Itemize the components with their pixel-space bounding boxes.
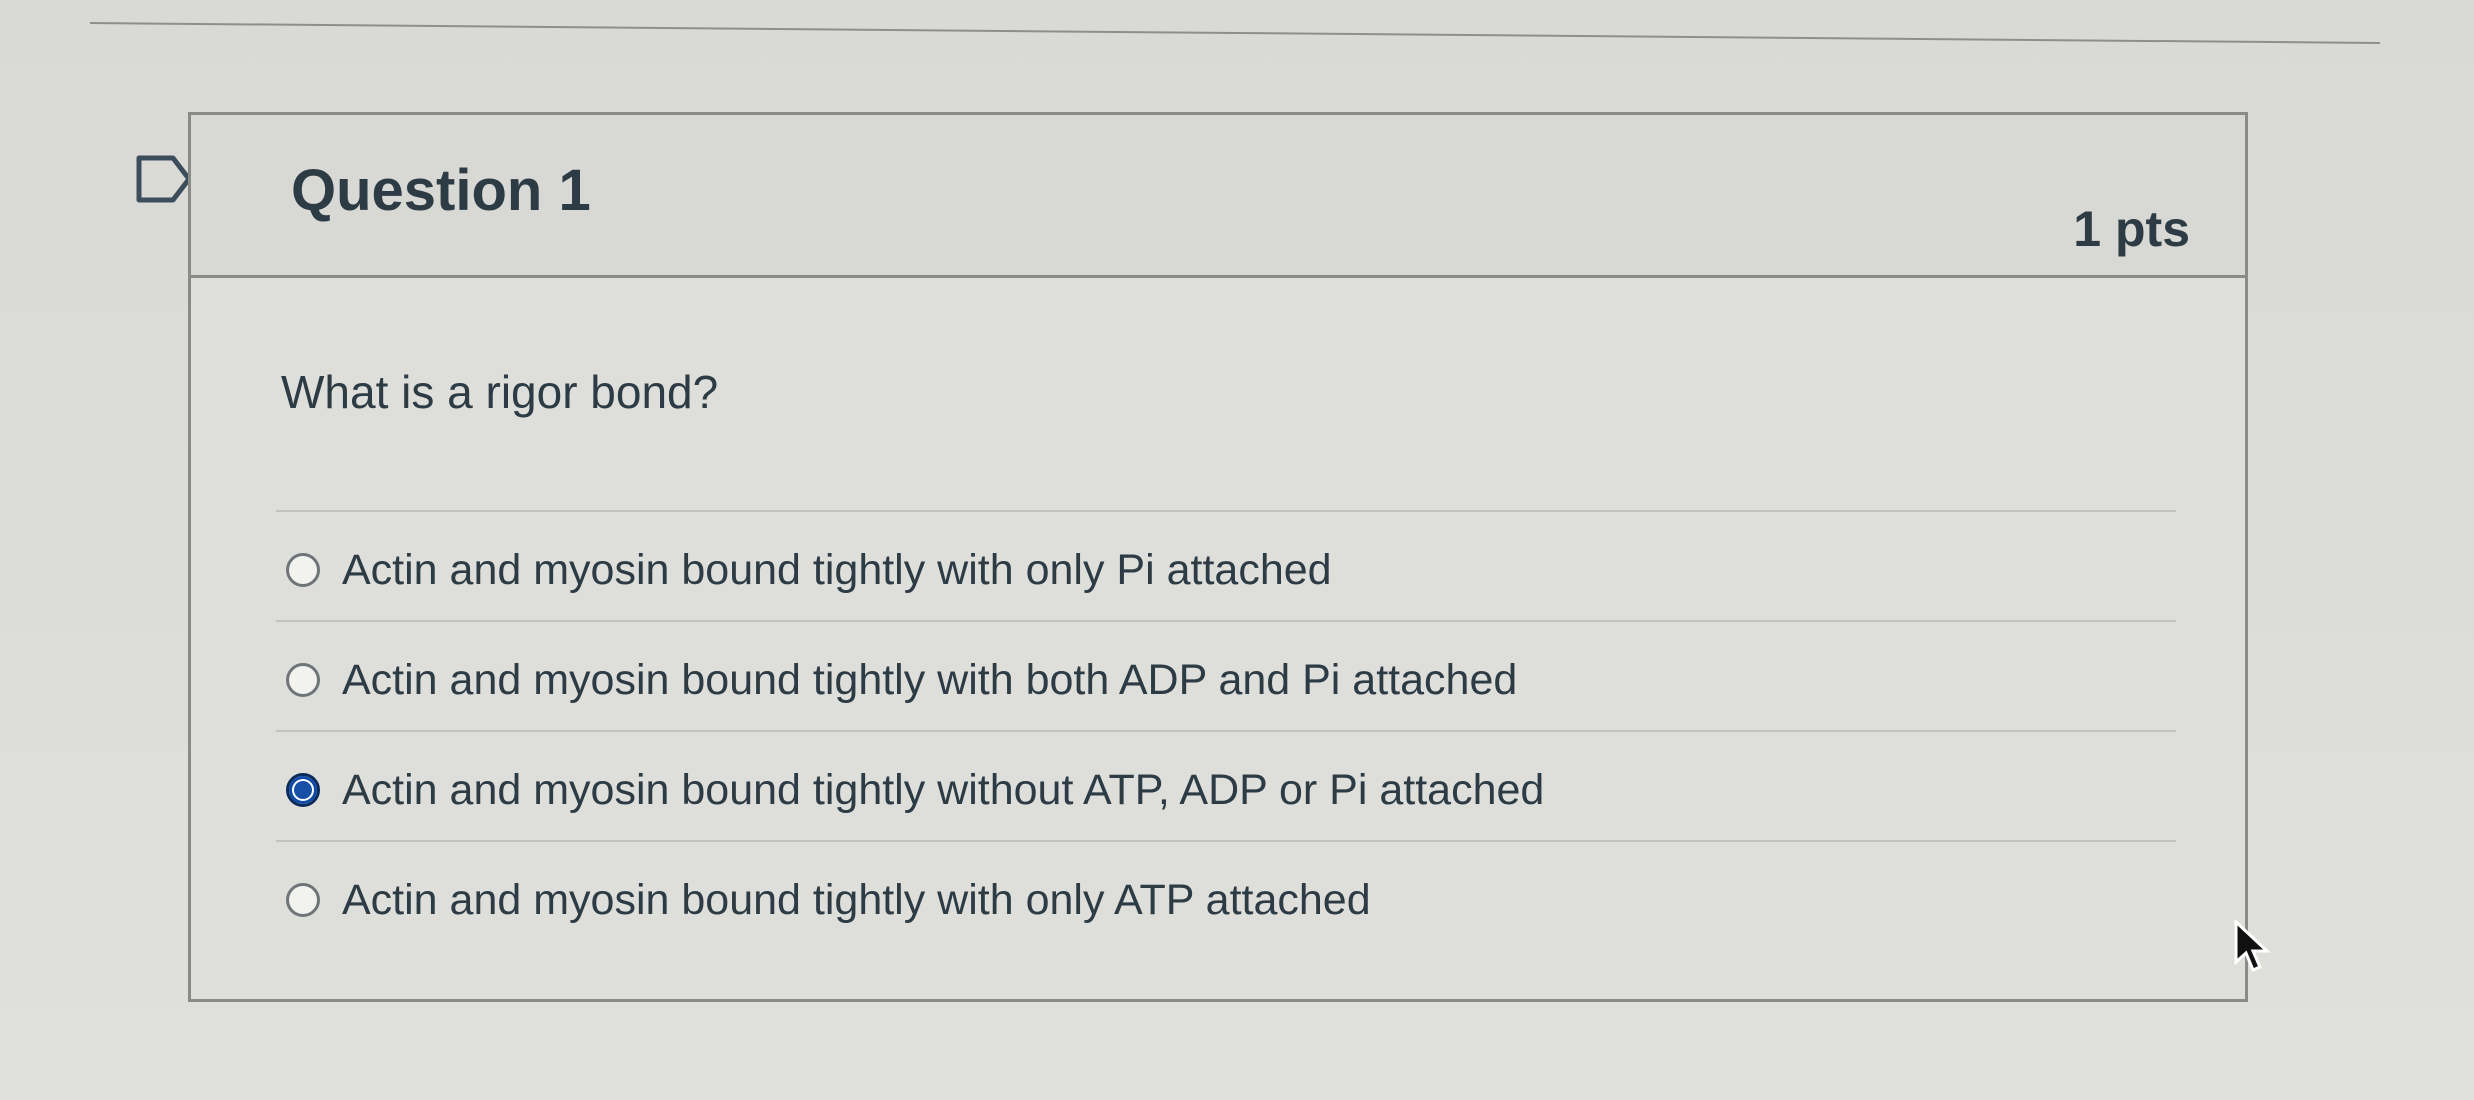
- question-card: Question 1 1 pts What is a rigor bond? A…: [188, 112, 2248, 1002]
- cursor-icon: [2234, 920, 2271, 972]
- answer-separator: [276, 620, 2176, 622]
- answer-option-4[interactable]: Actin and myosin bound tightly with only…: [286, 865, 2186, 935]
- answer-option-1[interactable]: Actin and myosin bound tightly with only…: [286, 535, 2186, 605]
- radio-button-icon[interactable]: [286, 773, 320, 807]
- answer-separator: [276, 840, 2176, 842]
- answer-option-3[interactable]: Actin and myosin bound tightly without A…: [286, 755, 2186, 825]
- answer-separator: [276, 730, 2176, 732]
- question-points: 1 pts: [2073, 201, 2190, 257]
- top-divider: [89, 22, 2380, 44]
- radio-button-icon[interactable]: [286, 883, 320, 917]
- answer-label: Actin and myosin bound tightly with only…: [342, 875, 1371, 924]
- flag-icon[interactable]: [133, 150, 195, 208]
- answer-label: Actin and myosin bound tightly without A…: [342, 765, 1545, 814]
- radio-button-icon[interactable]: [286, 553, 320, 587]
- question-text: What is a rigor bond?: [281, 366, 719, 418]
- answer-label: Actin and myosin bound tightly with only…: [342, 545, 1332, 594]
- question-header: Question 1 1 pts: [191, 115, 2245, 278]
- question-title: Question 1: [291, 158, 591, 223]
- radio-button-icon[interactable]: [286, 663, 320, 697]
- answer-label: Actin and myosin bound tightly with both…: [342, 655, 1518, 704]
- answer-separator: [276, 510, 2176, 512]
- answer-option-2[interactable]: Actin and myosin bound tightly with both…: [286, 645, 2186, 715]
